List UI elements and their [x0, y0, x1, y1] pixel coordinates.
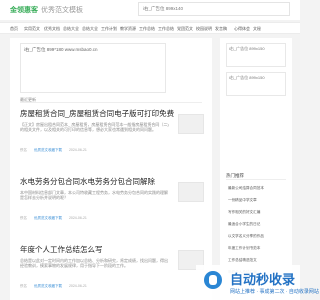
article-category-link[interactable]: 优质范文收藏下载	[34, 148, 62, 152]
article-author: 佚名	[20, 284, 27, 288]
sidebar-link[interactable]: 最适合小学生的日记	[228, 222, 260, 227]
nav-item-12[interactable]: 心得体会	[234, 26, 250, 32]
article-date: 2024-06-21	[68, 284, 87, 288]
nav-item-13[interactable]: 文秘	[253, 26, 261, 32]
article-meta: 佚名 优质范文收藏下载 2024-06-21	[20, 284, 170, 289]
main-ad-banner[interactable]: i右_广告位 899*180 www.msbao0.cn	[20, 43, 166, 93]
article-meta: 佚名 优质范文收藏下载 2024-06-21	[20, 216, 170, 221]
article-thumbnail[interactable]	[178, 114, 204, 134]
logo-primary: 金领惠客	[10, 7, 38, 14]
nav-item-10[interactable]: 校园说明	[196, 26, 212, 32]
nav-item-1[interactable]: 实用范文	[24, 26, 40, 32]
sidebar-link[interactable]: 写作相关的好文汇编	[228, 210, 260, 215]
section-divider	[20, 102, 202, 103]
article-title-link[interactable]: 水电劳务分包合同水电劳务分包合同解除	[20, 176, 170, 187]
nav-item-4[interactable]: 总结大全	[82, 26, 98, 32]
nav-item-2[interactable]: 优秀文档	[44, 26, 60, 32]
article-date: 2024-06-21	[68, 216, 87, 220]
article-summary: 总结是以此对一定时间内的工作加以总结、分析和研究，肯定成绩，找出问题，得出经验教…	[20, 258, 168, 268]
main-content: i右_广告位 899*180 www.msbao0.cn 最近更新 房屋租赁合同…	[10, 38, 212, 300]
article-meta: 佚名 优质范文收藏下载 2024-06-21	[20, 148, 170, 153]
article-author: 佚名	[20, 216, 27, 220]
article-thumbnail[interactable]	[178, 182, 204, 202]
sidebar: i右_广告位 899x150 i右_广告位 899x150 热门推荐 最新公司结…	[220, 38, 292, 300]
sidebar-link[interactable]: 年度工作计划书范本	[228, 246, 260, 251]
nav-item-6[interactable]: 教学资源	[120, 26, 136, 32]
site-logo[interactable]: 金领惠客 优秀范文模板	[10, 5, 83, 15]
sidebar-link[interactable]: 一份精品中学文章	[228, 198, 257, 203]
watermark-overlay: 自动秒收录 网站上推荐 · 事成第二次 · 自动收录网站	[196, 265, 319, 300]
sidebar-link[interactable]: 最新公司结算合同范本	[228, 186, 264, 191]
article-category-link[interactable]: 优质范文收藏下载	[34, 216, 62, 220]
article-item: 年度个人工作总结怎么写 总结是以此对一定时间内的工作加以总结、分析和研究，肯定成…	[20, 244, 170, 289]
article-date: 2024-06-21	[68, 148, 87, 152]
nav-item-home[interactable]: 首页	[10, 26, 18, 32]
article-author: 佚名	[20, 148, 27, 152]
sidebar-link[interactable]: 以文学名义分享的作品	[228, 234, 264, 239]
watermark-logo-icon	[204, 271, 222, 289]
article-summary: 【正文】房屋出租合同范本_ 房屋租赁，房屋租赁合同范本一般指房屋租赁合同（二)的…	[20, 122, 169, 132]
article-item: 水电劳务分包合同水电劳务分包合同解除 本中国材料信息部门文章，本公司特收藏工程劳…	[20, 176, 170, 221]
sidebar-ad-1[interactable]: i右_广告位 899x150	[226, 43, 286, 67]
sidebar-divider	[226, 179, 286, 180]
nav-item-3[interactable]: 总结大全	[63, 26, 79, 32]
article-title-link[interactable]: 房屋租赁合同_房屋租赁合同电子版可打印免费	[20, 108, 174, 119]
top-ad-banner[interactable]: i右_广告位 899x140	[138, 2, 290, 16]
nav-item-7[interactable]: 工作总结	[139, 26, 155, 32]
nav-item-11[interactable]: 发言稿	[215, 26, 227, 32]
watermark-subtitle: 网站上推荐 · 事成第二次 · 自动收录网站	[230, 289, 319, 295]
article-category-link[interactable]: 优质范文收藏下载	[34, 284, 62, 288]
watermark-title: 自动秒收录	[230, 272, 296, 287]
article-item: 房屋租赁合同_房屋租赁合同电子版可打印免费 【正文】房屋出租合同范本_ 房屋租赁…	[20, 108, 174, 153]
nav-item-8[interactable]: 工作总结	[158, 26, 174, 32]
sidebar-link[interactable]: 工作总结精选范文	[228, 258, 257, 263]
main-nav: 首页 实用范文 优秀文档 总结大全 总结大全 工作计划 教学资源 工作总结 工作…	[0, 22, 300, 34]
sidebar-ad-2[interactable]: i右_广告位 899x150	[226, 72, 286, 96]
article-title-link[interactable]: 年度个人工作总结怎么写	[20, 244, 170, 255]
site-header: 金领惠客 优秀范文模板 i右_广告位 899x140	[0, 0, 300, 20]
nav-item-5[interactable]: 工作计划	[101, 26, 117, 32]
nav-item-9[interactable]: 党团范文	[177, 26, 193, 32]
logo-secondary: 优秀范文模板	[41, 7, 83, 14]
article-summary: 本中国材料信息部门文章，本公司特收藏工程劳务，水电劳务分包合同的实践的理解是怎样…	[20, 190, 168, 200]
